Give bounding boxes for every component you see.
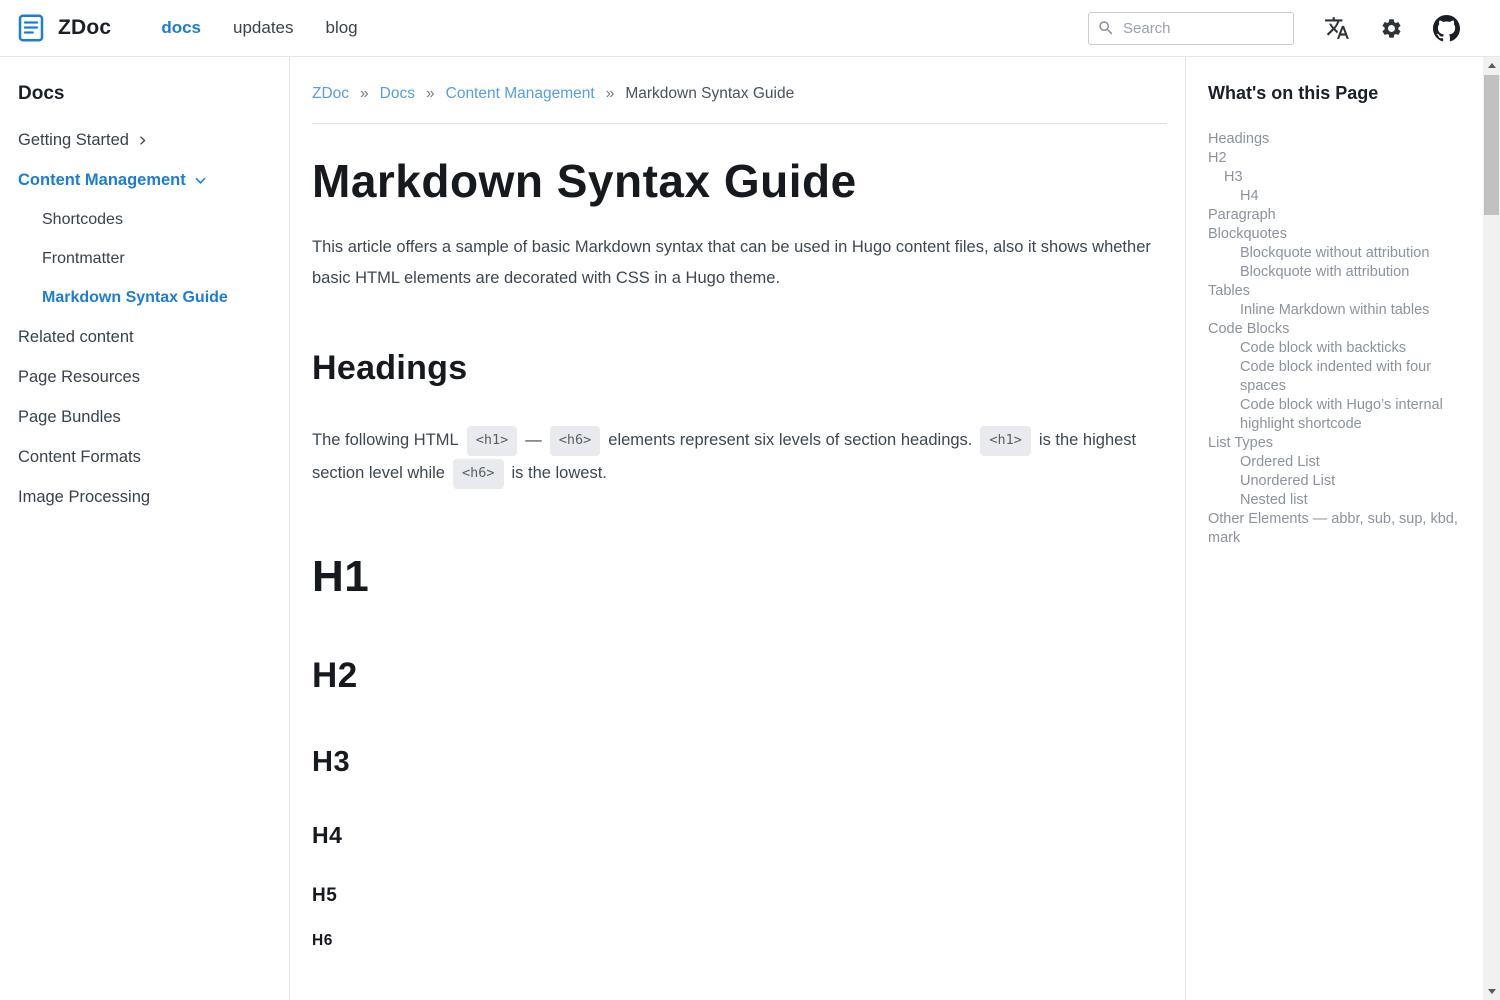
toc-item-inline-markdown-within-tables[interactable]: Inline Markdown within tables [1208, 301, 1459, 320]
toc-item-code-block-with-backticks[interactable]: Code block with backticks [1208, 339, 1459, 358]
sidebar-item-label: Page Resources [18, 368, 140, 387]
toc-item-list-types[interactable]: List Types [1208, 434, 1459, 453]
toc-item-other-elements-abbr-sub-sup-kbd-mark[interactable]: Other Elements — abbr, sub, sup, kbd, ma… [1208, 510, 1459, 548]
sidebar-subitem-markdown-syntax-guide[interactable]: Markdown Syntax Guide [42, 289, 271, 307]
brand-name: ZDoc [58, 16, 111, 40]
toc-list: HeadingsH2H3H4ParagraphBlockquotesBlockq… [1208, 130, 1459, 548]
chevron-right-icon [137, 135, 148, 146]
sidebar-item-related-content[interactable]: Related content [18, 328, 271, 347]
page-title: Markdown Syntax Guide [312, 154, 1167, 208]
sample-heading-h6: H6 [312, 933, 1167, 949]
toc-item-ordered-list[interactable]: Ordered List [1208, 453, 1459, 472]
toc-item-code-blocks[interactable]: Code Blocks [1208, 320, 1459, 339]
headings-paragraph: The following HTML <h1> — <h6> elements repr… [312, 424, 1167, 490]
toc-item-code-block-with-hugo-s-internal-highlight-shortcode[interactable]: Code block with Hugo’s internal highligh… [1208, 396, 1459, 434]
search-box[interactable] [1088, 12, 1294, 45]
sample-headings: H1 H2 H3 H4 H5 H6 [312, 554, 1167, 950]
toc-item-paragraph[interactable]: Paragraph [1208, 206, 1459, 225]
sidebar-subitem-frontmatter[interactable]: Frontmatter [42, 250, 271, 268]
brand-home-link[interactable]: ZDoc [16, 13, 111, 43]
search-icon [1097, 19, 1115, 37]
article-intro: This article offers a sample of basic Ma… [312, 232, 1167, 293]
nav-link-docs[interactable]: docs [161, 18, 201, 38]
toc-item-headings[interactable]: Headings [1208, 130, 1459, 149]
sidebar-item-image-processing[interactable]: Image Processing [18, 488, 271, 507]
breadcrumb-item-zdoc[interactable]: ZDoc [312, 85, 349, 103]
toc-item-blockquote-with-attribution[interactable]: Blockquote with attribution [1208, 263, 1459, 282]
sidebar-title: Docs [18, 83, 271, 105]
docs-sidebar: Docs Getting Started Content Management Sh… [0, 57, 290, 1000]
sidebar-item-label: Image Processing [18, 488, 150, 507]
paragraph-text: elements represent six levels of section… [608, 431, 972, 449]
inline-code-h6: <h6> [550, 426, 601, 456]
toc-item-blockquote-without-attribution[interactable]: Blockquote without attribution [1208, 244, 1459, 263]
inline-code-h1: <h1> [980, 426, 1031, 456]
breadcrumb-separator: » [426, 85, 435, 103]
paragraph-text: is the lowest. [512, 464, 607, 482]
sidebar-item-page-bundles[interactable]: Page Bundles [18, 408, 271, 427]
toc-item-tables[interactable]: Tables [1208, 282, 1459, 301]
sidebar-item-label: Getting Started [18, 131, 129, 150]
breadcrumb: ZDoc » Docs » Content Management » Markdown Sy… [312, 85, 1167, 103]
chevron-down-icon [194, 174, 207, 187]
toc-item-h4[interactable]: H4 [1208, 187, 1459, 206]
breadcrumb-divider [312, 123, 1167, 124]
sidebar-item-content-formats[interactable]: Content Formats [18, 448, 271, 467]
sidebar-item-label: Related content [18, 328, 134, 347]
toc-item-code-block-indented-with-four-spaces[interactable]: Code block indented with four spaces [1208, 358, 1459, 396]
paragraph-text: — [525, 431, 542, 449]
toc-item-unordered-list[interactable]: Unordered List [1208, 472, 1459, 491]
sidebar-nav: Getting Started Content Management Shortco… [18, 131, 271, 507]
sample-heading-h3: H3 [312, 747, 1167, 777]
scroll-up-arrow-icon[interactable] [1483, 57, 1500, 74]
sidebar-item-content-management[interactable]: Content Management [18, 171, 271, 190]
toc-title: What's on this Page [1208, 83, 1459, 104]
language-translate-icon[interactable] [1324, 15, 1350, 41]
breadcrumb-item-markdown-syntax-guide: Markdown Syntax Guide [625, 85, 794, 103]
breadcrumb-item-content-management[interactable]: Content Management [446, 85, 595, 103]
vertical-scrollbar[interactable] [1483, 57, 1500, 1000]
sidebar-subitem-shortcodes[interactable]: Shortcodes [42, 211, 271, 229]
toc-item-blockquotes[interactable]: Blockquotes [1208, 225, 1459, 244]
sidebar-item-label: Content Formats [18, 448, 141, 467]
settings-gear-icon[interactable] [1380, 17, 1403, 40]
toc-item-h3[interactable]: H3 [1208, 168, 1459, 187]
toc-item-h2[interactable]: H2 [1208, 149, 1459, 168]
toc-item-nested-list[interactable]: Nested list [1208, 491, 1459, 510]
nav-links: docs updates blog [161, 18, 389, 38]
top-navbar: ZDoc docs updates blog [0, 0, 1500, 57]
section-heading-headings: Headings [312, 349, 1167, 388]
zdoc-logo-icon [16, 13, 46, 43]
zdoc-app: ZDoc docs updates blog [0, 0, 1500, 1000]
scrollbar-thumb[interactable] [1484, 75, 1499, 215]
main-content: ZDoc » Docs » Content Management » Markdown Sy… [290, 57, 1185, 1000]
sample-heading-h1: H1 [312, 554, 1167, 600]
sidebar-item-label: Content Management [18, 171, 186, 190]
nav-link-blog[interactable]: blog [326, 18, 358, 38]
sidebar-item-label: Page Bundles [18, 408, 121, 427]
sidebar-item-page-resources[interactable]: Page Resources [18, 368, 271, 387]
github-icon[interactable] [1433, 15, 1460, 42]
sample-heading-h4: H4 [312, 823, 1167, 847]
scroll-down-arrow-icon[interactable] [1483, 983, 1500, 1000]
breadcrumb-item-docs[interactable]: Docs [380, 85, 415, 103]
search-input[interactable] [1123, 20, 1285, 37]
breadcrumb-separator: » [360, 85, 369, 103]
page-toc: What's on this Page HeadingsH2H3H4Paragr… [1185, 57, 1483, 1000]
sidebar-item-getting-started[interactable]: Getting Started [18, 131, 271, 150]
inline-code-h1: <h1> [467, 426, 518, 456]
nav-link-updates[interactable]: updates [233, 18, 294, 38]
sample-heading-h5: H5 [312, 886, 1167, 906]
breadcrumb-separator: » [606, 85, 615, 103]
paragraph-text: The following HTML [312, 431, 459, 449]
sample-heading-h2: H2 [312, 658, 1167, 695]
inline-code-h6: <h6> [453, 459, 504, 489]
